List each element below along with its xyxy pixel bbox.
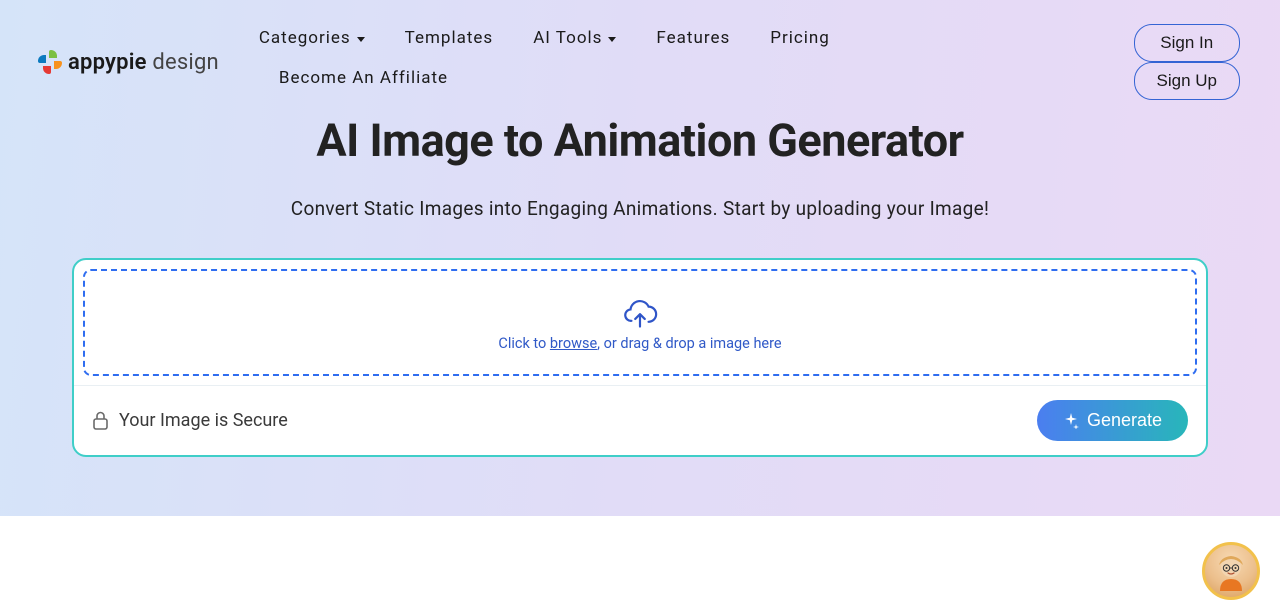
- sign-in-button[interactable]: Sign In: [1134, 24, 1240, 62]
- dropzone-text: Click to browse, or drag & drop a image …: [95, 335, 1185, 352]
- avatar-icon: [1211, 551, 1251, 591]
- main-nav: Categories Templates AI Tools Features P…: [259, 18, 919, 98]
- upload-footer: Your Image is Secure Generate: [74, 385, 1206, 455]
- chevron-down-icon: [357, 37, 365, 42]
- nav-categories[interactable]: Categories: [259, 18, 385, 58]
- secure-notice: Your Image is Secure: [92, 410, 288, 431]
- auth-buttons: Sign In Sign Up: [1134, 24, 1240, 100]
- nav-affiliate[interactable]: Become An Affiliate: [259, 58, 468, 98]
- logo-text: appypie design: [68, 50, 219, 75]
- page-title: AI Image to Animation Generator: [0, 114, 1280, 167]
- logo-icon: [36, 48, 64, 76]
- nav-templates[interactable]: Templates: [385, 18, 514, 58]
- sparkle-icon: [1063, 413, 1079, 429]
- generate-button[interactable]: Generate: [1037, 400, 1188, 441]
- chat-assistant-button[interactable]: [1202, 542, 1260, 600]
- upload-card: Click to browse, or drag & drop a image …: [72, 258, 1208, 457]
- brand-logo[interactable]: appypie design: [36, 48, 219, 76]
- lock-icon: [92, 411, 109, 430]
- sign-up-button[interactable]: Sign Up: [1134, 62, 1240, 100]
- cloud-upload-icon: [621, 299, 659, 329]
- upload-dropzone[interactable]: Click to browse, or drag & drop a image …: [83, 269, 1197, 376]
- chevron-down-icon: [608, 37, 616, 42]
- nav-pricing[interactable]: Pricing: [750, 18, 850, 58]
- nav-ai-tools[interactable]: AI Tools: [513, 18, 636, 58]
- header: appypie design Categories Templates AI T…: [0, 0, 1280, 100]
- nav-features[interactable]: Features: [636, 18, 750, 58]
- browse-link[interactable]: browse: [550, 335, 597, 352]
- page-subtitle: Convert Static Images into Engaging Anim…: [0, 197, 1280, 220]
- hero: AI Image to Animation Generator Convert …: [0, 114, 1280, 220]
